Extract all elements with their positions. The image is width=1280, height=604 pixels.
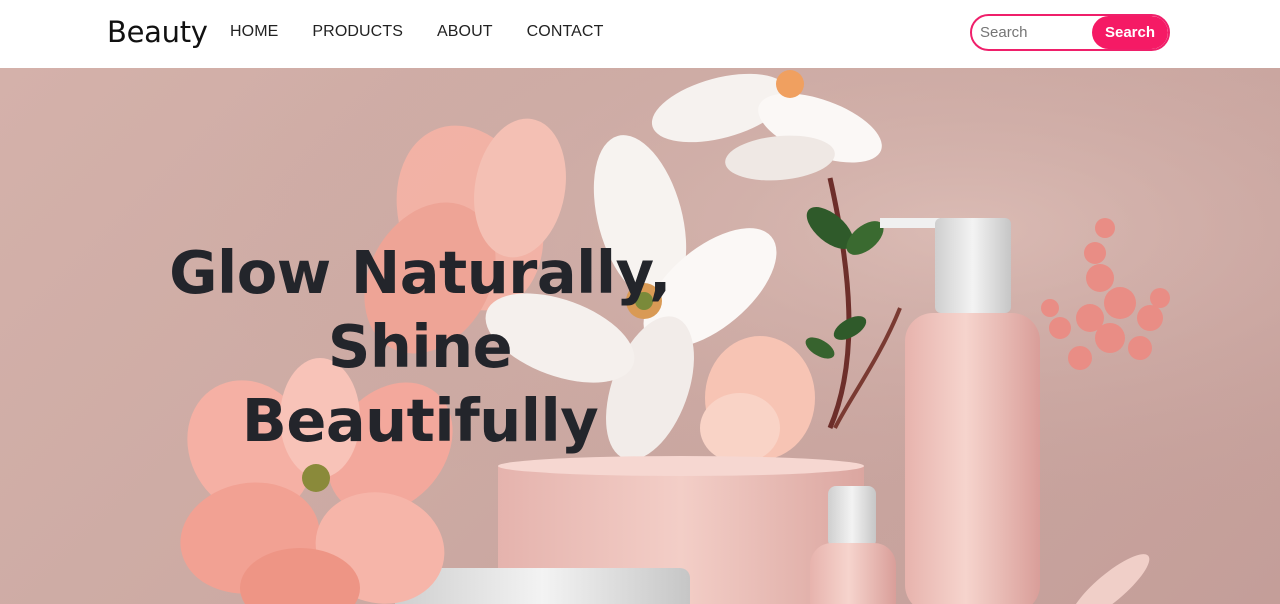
hero-title-line-1: Glow Naturally, xyxy=(169,238,671,307)
navbar: Beauty HOME PRODUCTS ABOUT CONTACT Searc… xyxy=(0,0,1280,68)
hero-banner: Glow Naturally, Shine Beautifully xyxy=(0,68,1280,604)
nav-link-about[interactable]: ABOUT xyxy=(437,23,493,41)
search-input[interactable] xyxy=(972,16,1094,49)
search-form: Search xyxy=(970,14,1170,51)
nav-link-contact[interactable]: CONTACT xyxy=(527,23,604,41)
search-button[interactable]: Search xyxy=(1092,16,1168,49)
brand-logo[interactable]: Beauty xyxy=(107,15,208,49)
nav-link-products[interactable]: PRODUCTS xyxy=(312,23,403,41)
nav-link-home[interactable]: HOME xyxy=(230,23,278,41)
hero-title: Glow Naturally, Shine Beautifully xyxy=(140,236,700,458)
main-nav: HOME PRODUCTS ABOUT CONTACT xyxy=(230,23,637,41)
hero-title-line-2: Shine Beautifully xyxy=(241,312,599,455)
